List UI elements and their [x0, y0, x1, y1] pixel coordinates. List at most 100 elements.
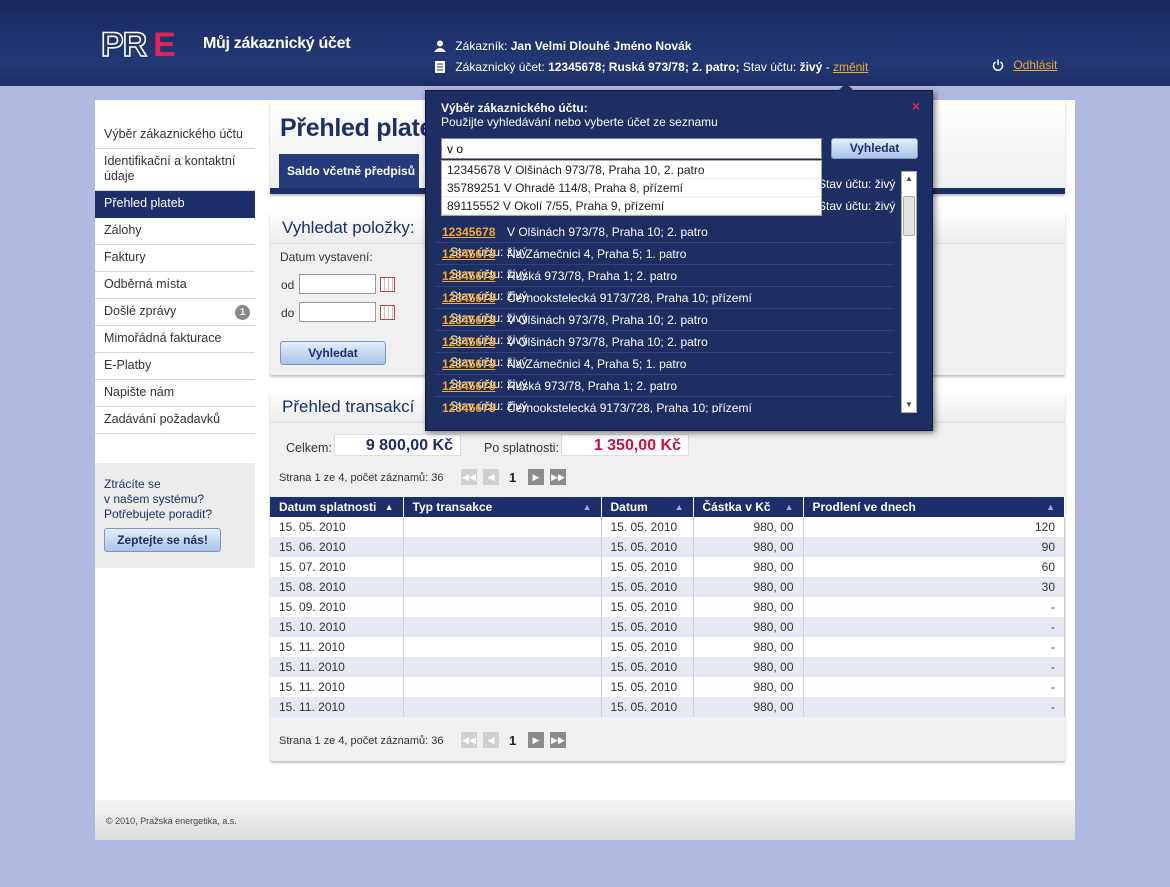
sidebar-item-contact-info[interactable]: Identifikační a kontaktní údaje: [95, 149, 255, 191]
copyright: © 2010, Pražská energetika, a.s.: [106, 816, 237, 826]
account-number-link[interactable]: 12345678: [442, 247, 495, 261]
help-line: v našem systému?: [104, 492, 205, 506]
account-row[interactable]: 12345678 V Olšinách 973/78, Praha 10; 2. …: [435, 221, 894, 259]
search-button[interactable]: Vyhledat: [280, 341, 386, 365]
calendar-from-icon[interactable]: [380, 277, 395, 292]
col-amount[interactable]: Částka v Kč ▲: [693, 497, 804, 517]
dialog-title: Výběr zákaznického účtu:: [441, 101, 588, 115]
sidebar-item-extra-billing[interactable]: Mimořádná fakturace: [95, 326, 255, 353]
pager-text-bottom: Strana 1 ze 4, počet záznamů: 36: [279, 735, 444, 747]
table-cell: 980, 00: [693, 697, 804, 717]
prev-page-icon[interactable]: ◀: [483, 469, 499, 485]
status-label: Stav účtu:: [742, 60, 797, 74]
search-title: Vyhledat položky:: [282, 218, 415, 237]
sidebar-item-requests[interactable]: Zadávání požadavků: [95, 407, 255, 434]
transactions-panel: Přehled transakcí Celkem: 9 800,00 Kč Po…: [270, 391, 1065, 761]
account-row[interactable]: 12345678 Ruská 973/78, Praha 1; 2. patro S…: [435, 375, 894, 413]
calendar-to-icon[interactable]: [380, 305, 395, 320]
sidebar-item-account-selection[interactable]: Výběr zákaznického účtu: [95, 122, 255, 149]
last-page-icon[interactable]: ▶▶: [550, 469, 566, 485]
sidebar-item-deposits[interactable]: Zálohy: [95, 218, 255, 245]
sidebar-item-label: Zálohy: [104, 223, 142, 237]
date-label: Datum vystavení:: [280, 250, 373, 264]
account-row[interactable]: 12345678 Ruská 973/78, Praha 1; 2. patro S…: [435, 265, 894, 303]
table-cell: -: [803, 657, 1065, 677]
date-to-input[interactable]: [299, 302, 376, 322]
transactions-title: Přehled transakcí: [282, 397, 415, 416]
status-value: živý: [799, 60, 823, 74]
last-page-icon[interactable]: ▶▶: [550, 732, 566, 748]
table-header-row: Datum splatnosti ▲ Typ transakce ▲ Datum ▲ …: [270, 497, 1065, 517]
col-transaction-type[interactable]: Typ transakce ▲: [403, 497, 602, 517]
to-label: do: [281, 306, 295, 320]
account-number-link[interactable]: 12345678: [442, 269, 495, 283]
account-row[interactable]: 12345678 Černookstelecká 9173/728, Praha …: [435, 397, 894, 413]
table-cell: -: [803, 677, 1065, 697]
account-number-link[interactable]: 12345678: [442, 401, 495, 413]
autocomplete-item[interactable]: 12345678 V Olšinách 973/78, Praha 10, 2.…: [442, 161, 821, 179]
scroll-up-icon[interactable]: ▲: [902, 172, 916, 186]
sidebar-item-write-us[interactable]: Napište nám: [95, 380, 255, 407]
ask-us-button[interactable]: Zeptejte se nás!: [104, 528, 221, 552]
account-row[interactable]: 12345678 V Olšinách 973/78, Praha 10; 2. …: [435, 331, 894, 369]
first-page-icon[interactable]: ◀◀: [461, 469, 477, 485]
messages-count-badge: 1: [235, 305, 250, 320]
next-page-icon[interactable]: ▶: [528, 732, 544, 748]
logout-link[interactable]: Odhlásit: [1013, 58, 1057, 72]
table-body: 15. 05. 2010 15. 05. 2010 980, 00 120 15. 06…: [270, 517, 1065, 717]
logout[interactable]: Odhlásit: [992, 58, 1057, 72]
account-row[interactable]: 12345678 V Olšinách 973/78, Praha 10; 2. …: [435, 309, 894, 347]
table-row: 15. 10. 2010 15. 05. 2010 980, 00-: [270, 617, 1065, 637]
next-page-icon[interactable]: ▶: [528, 469, 544, 485]
table-cell: 15. 11. 2010: [270, 677, 404, 697]
account-number-link[interactable]: 12345678: [442, 335, 495, 349]
sidebar-item-label: Napište nám: [104, 385, 175, 399]
table-cell: 15. 05. 2010: [601, 537, 694, 557]
autocomplete-item[interactable]: 89115552 V Okolí 7/55, Praha 9, přízemí: [442, 197, 821, 215]
prev-page-icon[interactable]: ◀: [483, 732, 499, 748]
help-line: Ztrácíte se: [104, 477, 161, 491]
table-cell: [403, 557, 602, 577]
col-due-date[interactable]: Datum splatnosti ▲: [270, 497, 404, 517]
sidebar-item-consumption-points[interactable]: Odběrná místa: [95, 272, 255, 299]
sidebar-item-invoices[interactable]: Faktury: [95, 245, 255, 272]
account-row[interactable]: 12345678 Na Zámečnici 4, Praha 5; 1. patr…: [435, 243, 894, 281]
customer-line: Zákazník: Jan Velmi Dlouhé Jméno Novák: [434, 39, 691, 53]
footer: © 2010, Pražská energetika, a.s.: [95, 800, 1075, 840]
power-icon: [992, 59, 1004, 71]
table-cell: 120: [803, 517, 1065, 537]
table-cell: 90: [803, 537, 1065, 557]
sidebar-item-e-payments[interactable]: E-Platby: [95, 353, 255, 380]
account-search-input[interactable]: [441, 138, 822, 159]
account-number-link[interactable]: 12345678: [442, 357, 495, 371]
close-icon[interactable]: ×: [912, 98, 920, 114]
sidebar-item-messages[interactable]: Došlé zprávy 1: [95, 299, 255, 326]
scroll-thumb[interactable]: [903, 196, 915, 236]
table-row: 15. 07. 2010 15. 05. 2010 980, 00 60: [270, 557, 1065, 577]
account-address: Černookstelecká 9173/728, Praha 10; příz…: [507, 291, 752, 305]
col-date[interactable]: Datum ▲: [601, 497, 694, 517]
change-account-link[interactable]: změnit: [833, 60, 868, 74]
first-page-icon[interactable]: ◀◀: [461, 732, 477, 748]
table-cell: 15. 11. 2010: [270, 697, 404, 717]
help-line: Potřebujete poradit?: [104, 507, 213, 521]
account-number-link[interactable]: 12345678: [442, 379, 495, 393]
account-number-link[interactable]: 12345678: [442, 291, 495, 305]
help-text: Ztrácíte se v našem systému? Potřebujete…: [104, 477, 212, 522]
account-list-scrollbar[interactable]: ▲ ▼: [901, 171, 917, 413]
sidebar-item-payments[interactable]: Přehled plateb: [95, 191, 255, 218]
table-row: 15. 09. 2010 15. 05. 2010 980, 00-: [270, 597, 1065, 617]
account-row[interactable]: 12345678 Na Zámečnici 4, Praha 5; 1. patr…: [435, 353, 894, 391]
table-cell: [403, 517, 602, 537]
account-number-link[interactable]: 12345678: [442, 313, 495, 327]
scroll-down-icon[interactable]: ▼: [902, 398, 916, 412]
account-row[interactable]: 12345678 Černookstelecká 9173/728, Praha …: [435, 287, 894, 325]
table-cell: 30: [803, 577, 1065, 597]
account-address: Ruská 973/78, Praha 1; 2. patro: [507, 379, 678, 393]
account-number-link[interactable]: 12345678: [442, 225, 495, 239]
col-delay-days[interactable]: Prodlení ve dnech ▲: [803, 497, 1065, 517]
autocomplete-item[interactable]: 35789251 V Ohradě 114/8, Praha 8, přízem…: [442, 179, 821, 197]
transactions-table: Datum splatnosti ▲ Typ transakce ▲ Datum ▲ …: [270, 497, 1065, 717]
date-from-input[interactable]: [299, 274, 376, 294]
account-search-button[interactable]: Vyhledat: [831, 138, 918, 159]
